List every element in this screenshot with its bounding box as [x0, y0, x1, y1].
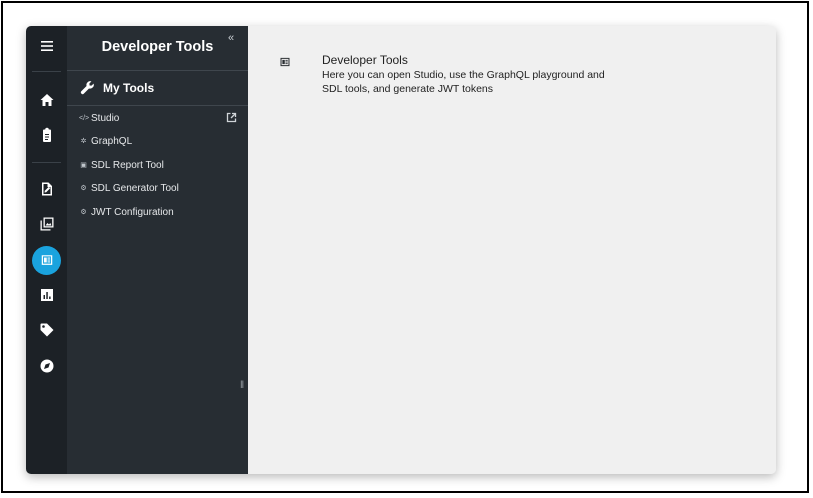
- panel-title: Developer Tools: [101, 39, 214, 55]
- external-link-icon[interactable]: [226, 112, 237, 123]
- tags-button[interactable]: [26, 314, 67, 346]
- code-icon: </>: [79, 114, 90, 122]
- developer-tools-button[interactable]: [26, 244, 67, 276]
- tool-label: JWT Configuration: [91, 206, 174, 218]
- menu-button[interactable]: [26, 30, 67, 62]
- analytics-icon: [40, 289, 53, 301]
- analytics-button[interactable]: [26, 279, 67, 311]
- my-tools-heading: My Tools: [80, 80, 154, 95]
- active-indicator: [32, 245, 61, 275]
- tag-icon: [40, 323, 53, 337]
- settings-icon: ⚙: [80, 209, 87, 216]
- tool-item-jwt-configuration[interactable]: ⚙ JWT Configuration: [79, 203, 244, 221]
- menu-icon: [40, 41, 53, 51]
- page-title: Developer Tools: [322, 53, 408, 67]
- my-tools-label: My Tools: [103, 80, 155, 95]
- image-gallery-button[interactable]: [26, 208, 67, 240]
- panel-resize-handle[interactable]: ‖: [240, 380, 244, 391]
- home-icon: [40, 94, 53, 106]
- collapse-panel-button[interactable]: «: [228, 32, 234, 44]
- page-description: Here you can open Studio, use the GraphQ…: [322, 69, 605, 95]
- tool-item-sdl-generator[interactable]: ⚙ SDL Generator Tool: [79, 179, 244, 197]
- rail-divider: [32, 162, 61, 163]
- panel-divider: [67, 105, 248, 106]
- tool-item-studio[interactable]: </> Studio: [79, 109, 244, 127]
- clipboard-icon: [42, 127, 51, 142]
- wrench-icon: [80, 81, 94, 95]
- panel-divider: [67, 70, 248, 71]
- tool-item-graphql[interactable]: ✲ GraphQL: [79, 132, 244, 150]
- image-gallery-icon: [40, 217, 53, 231]
- tool-item-sdl-report[interactable]: ▣ SDL Report Tool: [79, 156, 244, 174]
- report-icon: ▣: [80, 162, 87, 169]
- compass-icon: [40, 359, 53, 373]
- tool-label: SDL Generator Tool: [91, 182, 179, 194]
- explore-button[interactable]: [26, 350, 67, 382]
- tools-panel: Developer Tools « My Tools </> Studio ✲ …: [67, 26, 248, 474]
- tool-label: Studio: [91, 112, 120, 124]
- home-button[interactable]: [26, 84, 67, 116]
- developer-tools-icon: [279, 55, 291, 67]
- main-content: Developer Tools Here you can open Studio…: [248, 26, 776, 474]
- tool-label: GraphQL: [91, 135, 133, 147]
- edit-document-button[interactable]: [26, 173, 67, 205]
- generator-icon: ⚙: [80, 185, 87, 192]
- icon-rail: [26, 26, 67, 474]
- edit-document-icon: [41, 182, 52, 196]
- app-window: Developer Tools « My Tools </> Studio ✲ …: [26, 26, 776, 474]
- rail-divider: [32, 71, 61, 72]
- clipboard-button[interactable]: [26, 119, 67, 151]
- graphql-icon: ✲: [80, 138, 87, 145]
- developer-tools-icon: [41, 255, 52, 265]
- tool-label: SDL Report Tool: [91, 159, 164, 171]
